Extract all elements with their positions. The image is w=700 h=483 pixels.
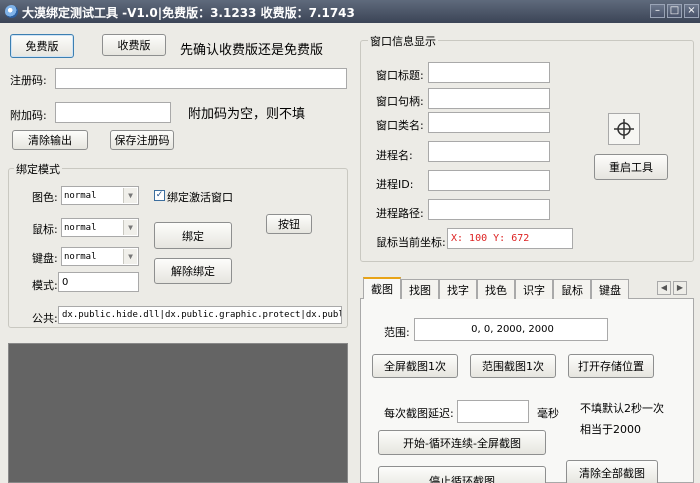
keypad-label: 键盘:	[32, 252, 58, 265]
unbind-button[interactable]: 解除绑定	[154, 258, 232, 284]
public-input[interactable]: dx.public.hide.dll|dx.public.graphic.pro…	[58, 306, 342, 324]
window-title-input[interactable]	[428, 62, 550, 83]
extra-code-input[interactable]	[55, 102, 171, 123]
clear-all-screenshots-button[interactable]: 清除全部截图	[566, 460, 658, 483]
keypad-mode-value: normal	[64, 251, 97, 262]
range-label: 范围:	[384, 326, 410, 339]
app-icon	[5, 5, 18, 18]
stop-loop-screenshot-button[interactable]: 停止循环截图	[378, 466, 546, 483]
window-info-legend: 窗口信息显示	[368, 33, 438, 49]
keypad-mode-select[interactable]: normal ▼	[61, 247, 139, 266]
bind-button[interactable]: 绑定	[154, 222, 232, 249]
paid-version-button[interactable]: 收费版	[102, 34, 166, 56]
mouse-coord-label: 鼠标当前坐标:	[376, 236, 446, 249]
free-version-button[interactable]: 免费版	[10, 34, 74, 58]
close-button[interactable]: ×	[684, 4, 699, 18]
mouse-mode-value: normal	[64, 222, 97, 233]
tab-scroll-right-icon[interactable]: ▶	[673, 281, 687, 295]
maximize-button[interactable]: □	[667, 4, 682, 18]
reg-code-label: 注册码:	[10, 74, 47, 87]
mouse-coord-value: X: 100 Y: 672	[447, 228, 573, 249]
tab-find-color[interactable]: 找色	[477, 279, 515, 299]
process-path-label: 进程路径:	[376, 207, 424, 220]
tab-screenshot[interactable]: 截图	[363, 277, 401, 299]
tab-find-image[interactable]: 找图	[401, 279, 439, 299]
bind-mode-legend: 绑定模式	[14, 161, 62, 177]
mode-label: 模式:	[32, 279, 58, 292]
version-hint: 先确认收费版还是免费版	[180, 43, 324, 58]
restart-tool-button[interactable]: 重启工具	[594, 154, 668, 180]
activate-window-checkbox[interactable]: ✓	[154, 190, 165, 201]
tab-ocr[interactable]: 识字	[515, 279, 553, 299]
delay-hint-2: 相当于2000	[580, 423, 641, 436]
process-name-input[interactable]	[428, 141, 550, 162]
open-folder-button[interactable]: 打开存储位置	[568, 354, 654, 378]
window-title-label: 窗口标题:	[376, 69, 424, 82]
mouse-label: 鼠标:	[32, 223, 58, 236]
display-mode-select[interactable]: normal ▼	[61, 186, 139, 205]
window-class-label: 窗口类名:	[376, 119, 424, 132]
title-bar: 大漠绑定测试工具 -V1.0|免费版：3.1233 收费版：7.1743 – □…	[0, 0, 700, 23]
display-mode-value: normal	[64, 190, 97, 201]
extra-code-label: 附加码:	[10, 109, 47, 122]
save-reg-code-button[interactable]: 保存注册码	[110, 130, 174, 150]
window-handle-label: 窗口句柄:	[376, 95, 424, 108]
window-handle-input[interactable]	[428, 88, 550, 109]
extra-code-hint: 附加码为空，则不填	[188, 107, 306, 122]
chevron-down-icon: ▼	[123, 249, 137, 264]
tab-find-text[interactable]: 找字	[439, 279, 477, 299]
display-label: 图色:	[32, 191, 58, 204]
tab-scroll-left-icon[interactable]: ◀	[657, 281, 671, 295]
delay-input[interactable]	[457, 400, 529, 423]
reg-code-input[interactable]	[55, 68, 347, 89]
start-loop-screenshot-button[interactable]: 开始-循环连续-全屏截图	[378, 430, 546, 455]
full-screenshot-once-button[interactable]: 全屏截图1次	[372, 354, 458, 378]
public-label: 公共:	[32, 312, 58, 325]
mouse-mode-select[interactable]: normal ▼	[61, 218, 139, 237]
process-id-input[interactable]	[428, 170, 550, 191]
crosshair-finder-icon[interactable]	[608, 113, 640, 145]
process-id-label: 进程ID:	[376, 178, 414, 191]
minimize-button[interactable]: –	[650, 4, 665, 18]
range-screenshot-once-button[interactable]: 范围截图1次	[470, 354, 556, 378]
window-class-input[interactable]	[428, 112, 550, 133]
process-path-input[interactable]	[428, 199, 550, 220]
window-title: 大漠绑定测试工具 -V1.0|免费版：3.1233 收费版：7.1743	[22, 6, 355, 20]
tab-keyboard[interactable]: 键盘	[591, 279, 629, 299]
delay-label: 每次截图延迟:	[384, 407, 454, 420]
process-name-label: 进程名:	[376, 149, 413, 162]
delay-unit: 毫秒	[537, 407, 559, 420]
mode-input[interactable]: 0	[58, 272, 139, 292]
activate-window-label: 绑定激活窗口	[167, 191, 233, 204]
delay-hint-1: 不填默认2秒一次	[580, 402, 664, 415]
output-area	[8, 343, 348, 483]
chevron-down-icon: ▼	[123, 188, 137, 203]
generic-button[interactable]: 按钮	[266, 214, 312, 234]
range-input[interactable]: 0, 0, 2000, 2000	[414, 318, 608, 341]
chevron-down-icon: ▼	[123, 220, 137, 235]
tab-mouse[interactable]: 鼠标	[553, 279, 591, 299]
clear-output-button[interactable]: 清除输出	[12, 130, 88, 150]
